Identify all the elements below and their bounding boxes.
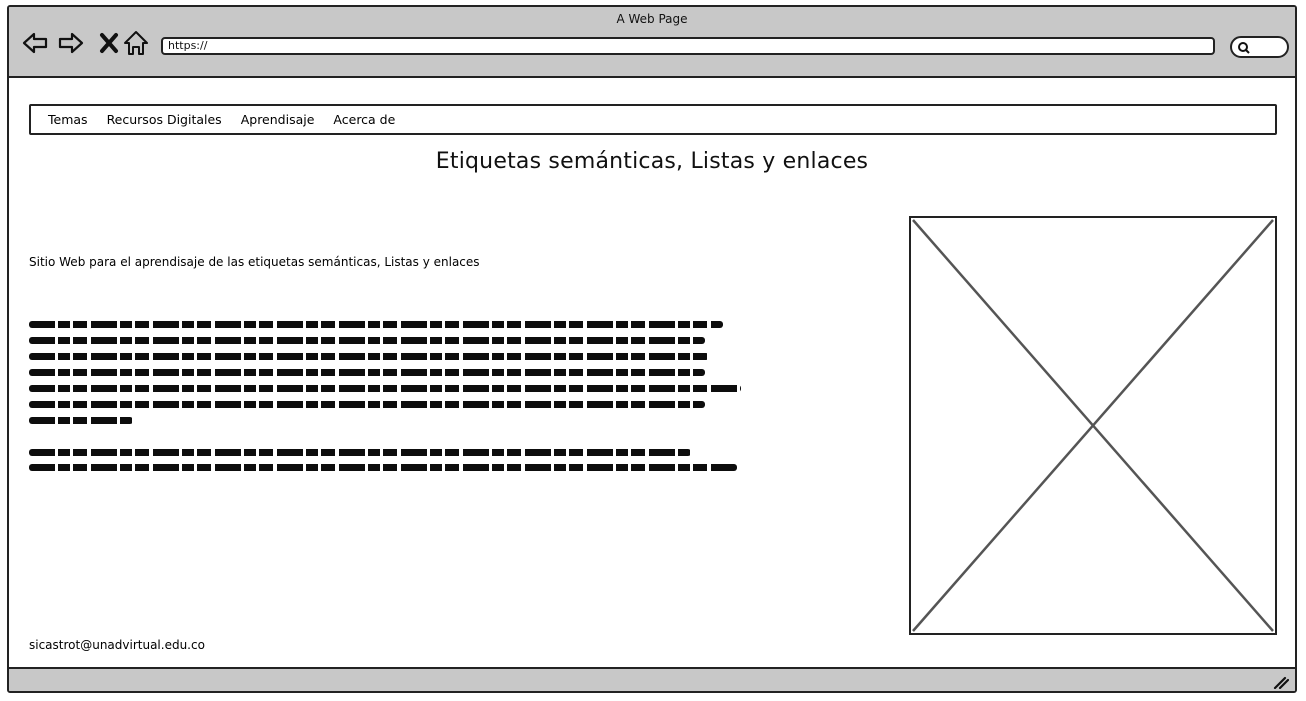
browser-statusbar	[9, 667, 1295, 691]
main-nav: Temas Recursos Digitales Aprendisaje Ace…	[29, 104, 1277, 135]
image-placeholder-cross-icon	[912, 219, 1274, 632]
scribble-line	[29, 353, 709, 360]
scribble-line	[29, 449, 691, 456]
scribble-line	[29, 337, 705, 344]
scribble-line	[29, 417, 133, 424]
page-subtitle: Sitio Web para el aprendisaje de las eti…	[29, 255, 480, 269]
nav-item-acerca-de[interactable]: Acerca de	[333, 112, 395, 127]
browser-titlebar: A Web Page https://	[9, 7, 1295, 78]
close-icon[interactable]	[95, 29, 123, 57]
back-arrow-icon[interactable]	[21, 29, 49, 57]
home-icon[interactable]	[122, 29, 150, 57]
scribble-line	[29, 321, 723, 328]
scribble-line	[29, 385, 741, 392]
nav-item-recursos-digitales[interactable]: Recursos Digitales	[107, 112, 222, 127]
image-placeholder	[909, 216, 1277, 635]
scribble-line	[29, 464, 737, 471]
footer-email[interactable]: sicastrot@unadvirtual.edu.co	[29, 638, 205, 652]
browser-window: A Web Page https:// Temas Recursos Digit…	[7, 5, 1297, 693]
forward-arrow-icon[interactable]	[57, 29, 85, 57]
scribble-line	[29, 369, 705, 376]
page-title: Etiquetas semánticas, Listas y enlaces	[435, 149, 869, 174]
nav-item-temas[interactable]: Temas	[48, 112, 88, 127]
nav-item-aprendisaje[interactable]: Aprendisaje	[241, 112, 315, 127]
url-input[interactable]: https://	[161, 37, 1215, 55]
resize-grip-icon[interactable]	[1273, 675, 1289, 689]
scribble-line	[29, 401, 705, 408]
search-box[interactable]	[1230, 36, 1289, 58]
search-icon	[1238, 42, 1250, 54]
window-title: A Web Page	[616, 12, 688, 26]
